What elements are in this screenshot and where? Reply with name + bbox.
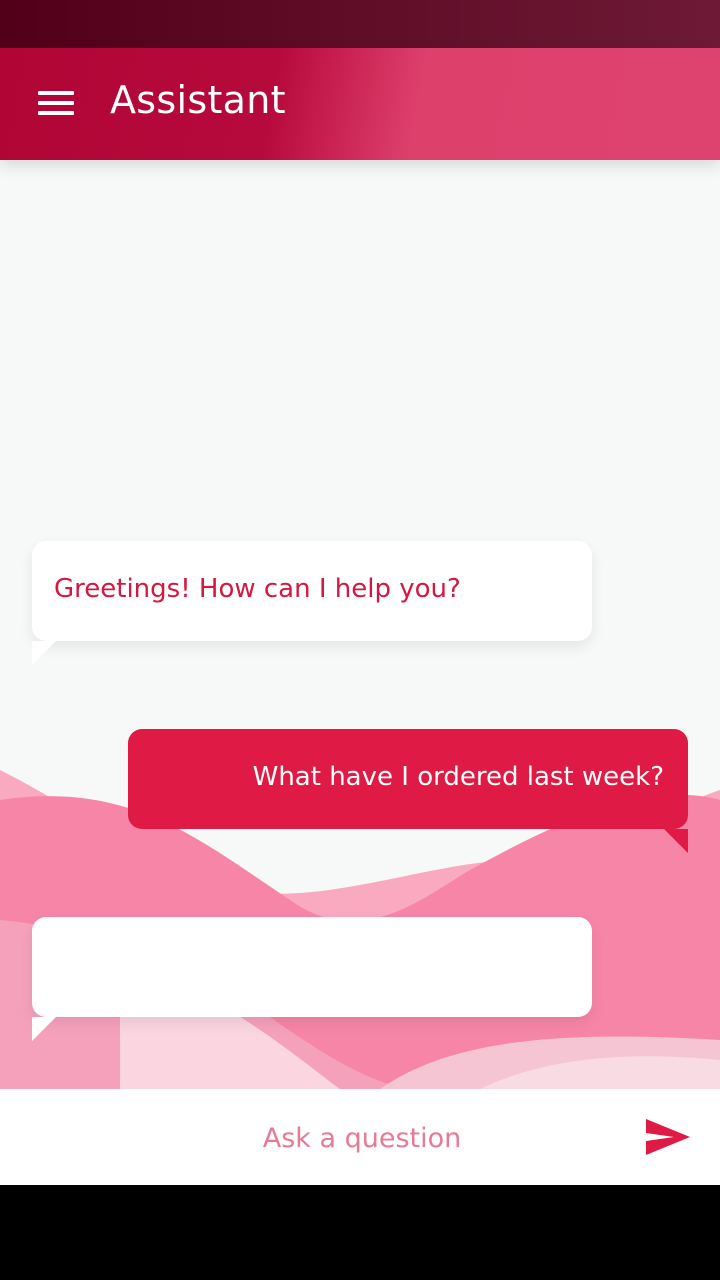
menu-button[interactable]	[26, 78, 86, 128]
question-input[interactable]	[100, 1109, 624, 1167]
send-button[interactable]	[640, 1111, 696, 1163]
send-icon	[646, 1119, 690, 1155]
page-title: Assistant	[110, 78, 286, 122]
navigation-bar	[0, 1185, 720, 1280]
status-bar	[0, 0, 720, 48]
bubble-tail	[664, 829, 688, 853]
message-bubble-user: What have I ordered last week?	[128, 729, 688, 853]
message-text: Greetings! How can I help you?	[54, 574, 461, 604]
bubble-tail	[32, 641, 56, 665]
app-bar: Assistant	[0, 48, 720, 160]
input-bar	[0, 1089, 720, 1185]
message-text: What have I ordered last week?	[252, 762, 664, 792]
message-bubble-bot-typing	[32, 917, 592, 1041]
hamburger-icon	[38, 91, 74, 95]
bubble-tail	[32, 1017, 56, 1041]
chat-area[interactable]: Greetings! How can I help you? What have…	[0, 160, 720, 1089]
message-bubble-bot: Greetings! How can I help you?	[32, 541, 592, 665]
